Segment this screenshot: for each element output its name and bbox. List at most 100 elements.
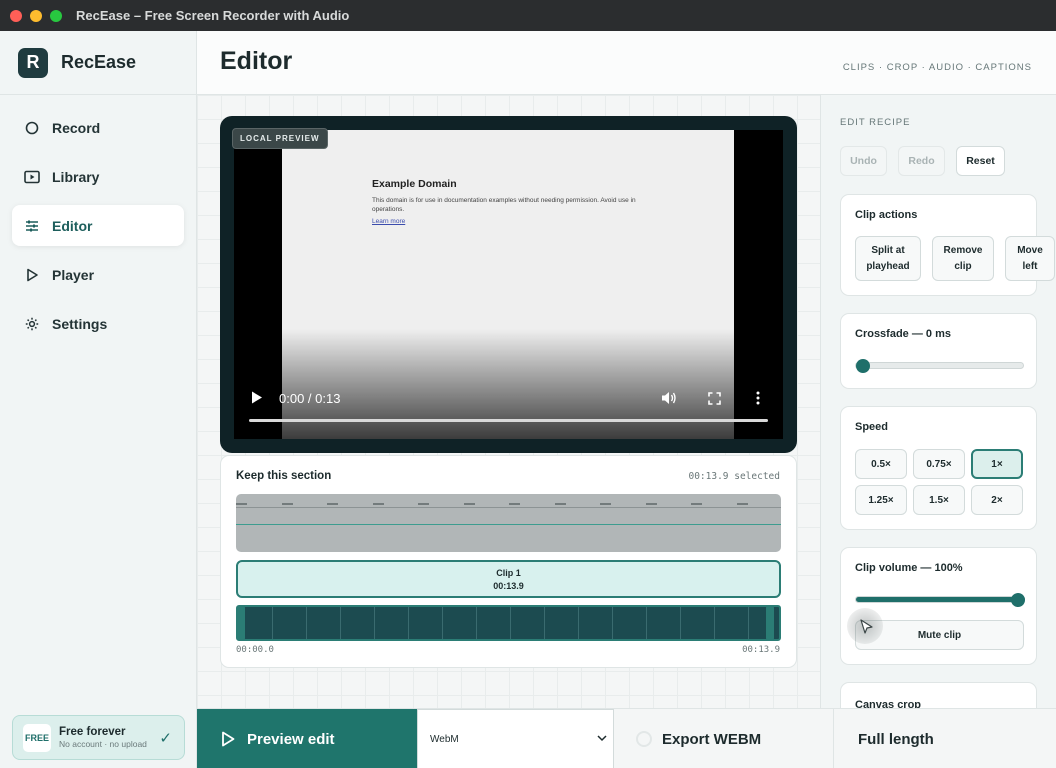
sidebar-nav: Record Library Editor Player Settings [0, 95, 196, 364]
speed-option-button[interactable]: 1.25× [855, 485, 907, 515]
preview-edit-label: Preview edit [247, 730, 335, 748]
sidebar-item-label: Settings [52, 315, 108, 332]
app-logo: R [18, 47, 48, 78]
plan-subtitle: No account · no upload [59, 739, 147, 749]
selected-duration: 00:13.9 selected [688, 471, 780, 482]
video-play-button[interactable] [251, 391, 263, 407]
fullscreen-icon [708, 392, 721, 405]
video-controls: 0:00 / 0:13 [234, 379, 783, 439]
record-icon [24, 120, 40, 136]
minimize-window-button[interactable] [30, 9, 42, 22]
sidebar-item-label: Record [52, 119, 101, 136]
play-icon [222, 731, 235, 747]
window-title: RecEase – Free Screen Recorder with Audi… [76, 8, 350, 23]
local-preview-badge: LOCAL PREVIEW [232, 128, 328, 149]
window-controls [10, 9, 62, 22]
sidebar-item-label: Editor [52, 217, 93, 234]
export-button[interactable]: Export WEBM [614, 709, 834, 768]
clip-volume-slider-knob[interactable] [1011, 593, 1025, 607]
edit-recipe-label: EDIT RECIPE [840, 117, 911, 128]
undo-button[interactable]: Undo [840, 146, 887, 176]
timeline-start-time: 00:00.0 [236, 645, 274, 655]
crossfade-title: Crossfade — 0 ms [855, 328, 951, 340]
canvas-crop-title: Canvas crop [855, 699, 922, 708]
speed-option-button[interactable]: 2× [971, 485, 1023, 515]
clip-volume-title: Clip volume — 100% [855, 562, 963, 574]
editor-canvas: LOCAL PREVIEW Example Domain This domain… [197, 95, 820, 708]
export-format-select[interactable]: WebM [417, 709, 614, 768]
fullscreen-button[interactable] [708, 392, 721, 410]
volume-button[interactable] [661, 391, 677, 410]
speed-option-button[interactable]: 0.5× [855, 449, 907, 479]
section-title: Keep this section [236, 470, 332, 482]
sidebar-item-editor[interactable]: Editor [12, 205, 184, 246]
preview-edit-button[interactable]: Preview edit [197, 709, 417, 768]
canvas-crop-card: Canvas crop [840, 682, 1037, 708]
clip-block[interactable]: Clip 1 00:13.9 [236, 560, 781, 598]
trim-end-handle[interactable] [766, 606, 774, 640]
page-title: Editor [220, 47, 293, 75]
speed-option-button[interactable]: 0.75× [913, 449, 965, 479]
sidebar-item-record[interactable]: Record [12, 107, 184, 148]
feature-tags: CLIPS · CROP · AUDIO · CAPTIONS [842, 62, 1032, 73]
recorded-page-body: This domain is for use in documentation … [372, 197, 636, 213]
export-icon [636, 731, 652, 747]
plan-title: Free forever [59, 726, 126, 738]
redo-button[interactable]: Redo [898, 146, 945, 176]
crossfade-slider-knob[interactable] [856, 359, 870, 373]
more-vertical-icon [756, 391, 760, 405]
more-options-button[interactable] [756, 391, 760, 410]
edit-recipe-panel: EDIT RECIPE Undo Redo Reset Clip actions… [820, 95, 1056, 708]
reset-button[interactable]: Reset [956, 146, 1005, 176]
split-at-playhead-button[interactable]: Split at playhead [855, 236, 921, 281]
sidebar-item-label: Player [52, 266, 95, 283]
remove-clip-button[interactable]: Remove clip [932, 236, 994, 281]
full-length-button[interactable]: Full length [835, 709, 1056, 768]
chevron-down-icon [597, 735, 607, 742]
speed-option-button[interactable]: 1.5× [913, 485, 965, 515]
play-icon [24, 267, 40, 283]
clip-actions-card: Clip actions Split at playhead Remove clip… [840, 194, 1055, 296]
page-header: Editor CLIPS · CROP · AUDIO · CAPTIONS [197, 31, 1056, 95]
full-length-label: Full length [858, 730, 934, 748]
speed-card: Speed 0.5× 0.75× 1× 1.25× 1.5× 2× [840, 406, 1037, 530]
video-player[interactable]: Example Domain This domain is for use in… [234, 130, 783, 439]
brand: R RecEase [0, 31, 196, 95]
sidebar-item-player[interactable]: Player [12, 254, 184, 295]
gear-icon [24, 316, 40, 332]
close-window-button[interactable] [10, 9, 22, 22]
video-preview-frame: LOCAL PREVIEW Example Domain This domain… [220, 116, 797, 453]
clip-volume-slider[interactable] [855, 593, 1025, 607]
export-label: Export WEBM [662, 730, 762, 748]
library-icon [24, 169, 40, 185]
app-name: RecEase [61, 52, 137, 72]
play-icon [252, 391, 262, 404]
zoom-window-button[interactable] [50, 9, 62, 22]
mouse-cursor-icon [860, 619, 873, 634]
speed-option-button[interactable]: 1× [971, 449, 1023, 479]
sidebar-item-library[interactable]: Library [12, 156, 184, 197]
move-left-button[interactable]: Move left [1005, 236, 1055, 281]
export-format-value: WebM [430, 733, 459, 745]
clip-duration: 00:13.9 [493, 581, 524, 591]
bottom-action-bar: Preview edit WebM Export WEBM Full lengt… [197, 708, 1056, 768]
sidebar-item-label: Library [52, 168, 100, 185]
recorded-page-title: Example Domain [372, 178, 457, 190]
trim-start-handle[interactable] [237, 606, 245, 640]
sidebar-item-settings[interactable]: Settings [12, 303, 184, 344]
filmstrip[interactable] [236, 605, 781, 641]
crossfade-card: Crossfade — 0 ms [840, 313, 1037, 389]
sidebar: R RecEase Record Library Editor Player S… [0, 31, 197, 768]
free-tag: FREE [23, 723, 51, 752]
timeline-end-time: 00:13.9 [742, 645, 780, 655]
clip-name: Clip 1 [496, 568, 521, 578]
recorded-page-link: Learn more [372, 218, 406, 225]
check-icon: ✓ [159, 729, 172, 747]
crossfade-slider[interactable] [855, 359, 1024, 373]
video-time: 0:00 / 0:13 [279, 391, 341, 406]
audio-waveform[interactable] [236, 494, 781, 552]
clip-actions-title: Clip actions [855, 209, 918, 221]
speed-title: Speed [855, 421, 889, 433]
video-scrubber[interactable] [249, 419, 768, 422]
plan-badge: FREE Free forever No account · no upload… [12, 715, 185, 760]
